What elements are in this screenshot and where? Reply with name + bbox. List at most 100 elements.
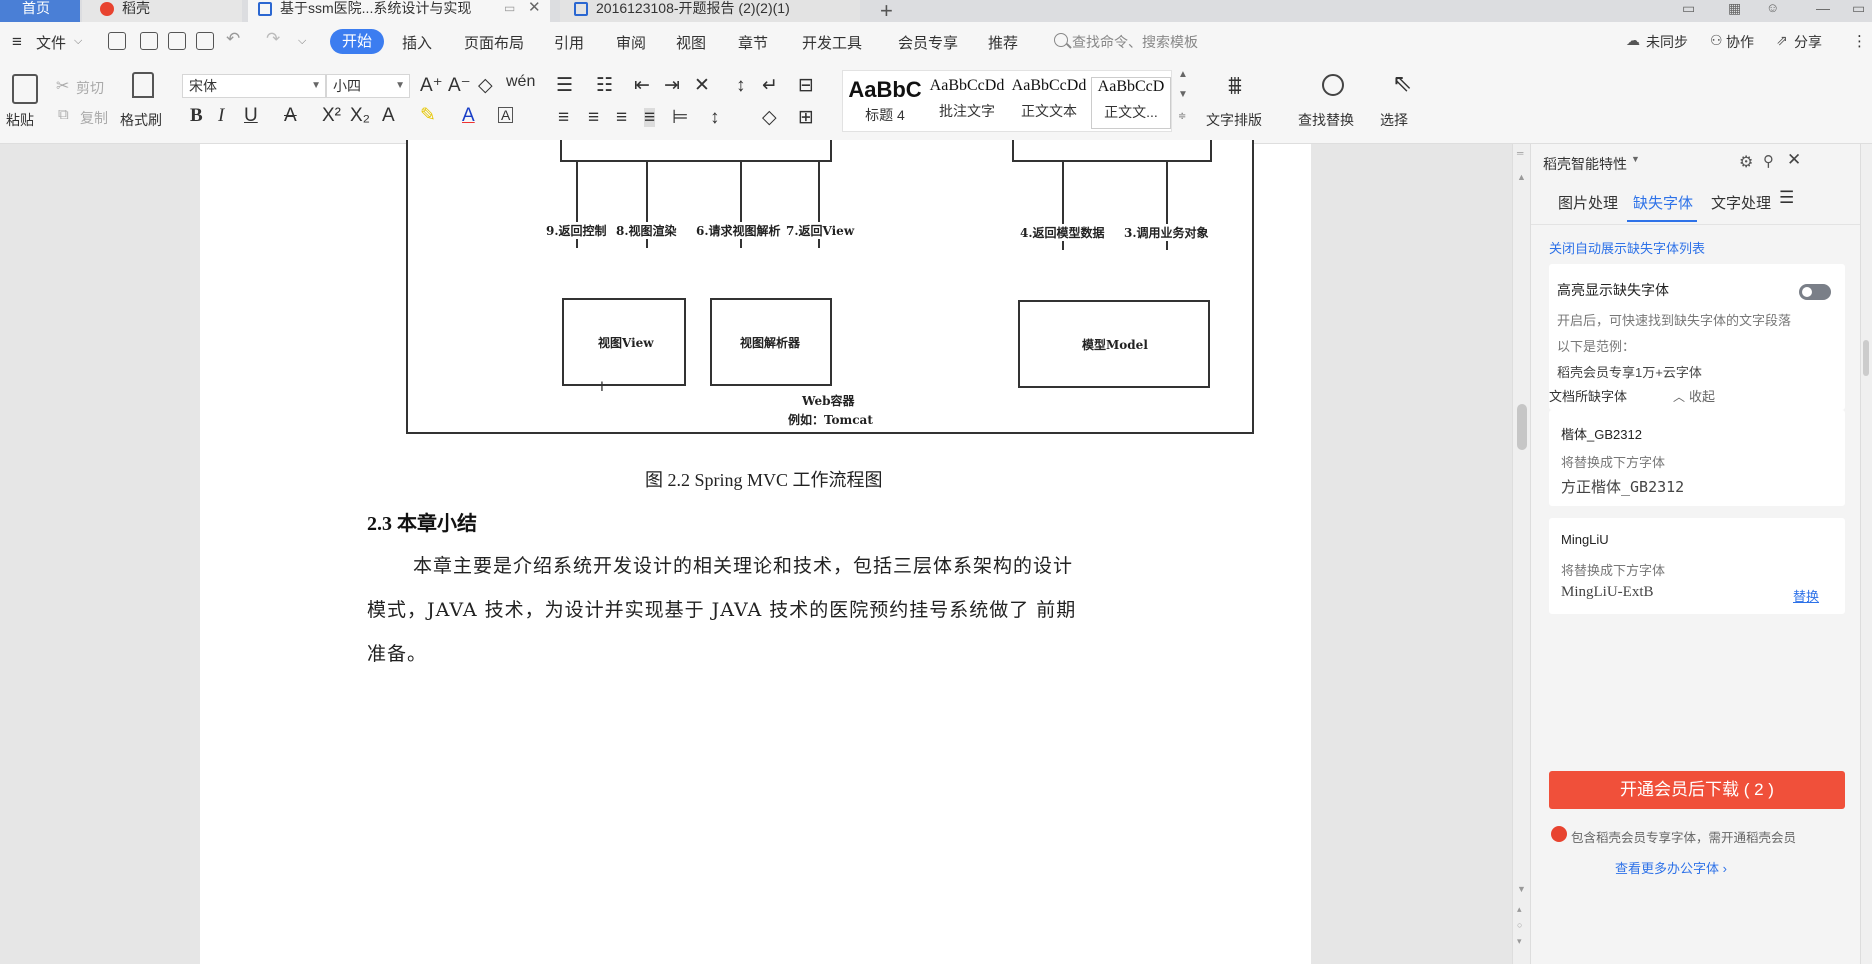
print-icon[interactable]	[168, 32, 186, 50]
scroll-up-icon[interactable]: ▲	[1517, 172, 1526, 182]
cut-button[interactable]: 剪切	[76, 78, 104, 98]
style-heading4[interactable]: AaBbC 标题 4	[845, 77, 925, 129]
strikethrough-icon[interactable]: A	[284, 106, 297, 125]
save-icon[interactable]	[108, 32, 126, 50]
distribute-icon[interactable]: ⊨	[672, 108, 689, 127]
next-page-icon[interactable]: ▾	[1517, 936, 1522, 947]
menu-recommend[interactable]: 推荐	[988, 32, 1018, 53]
select-button[interactable]: 选择	[1380, 110, 1408, 130]
menu-icon[interactable]: ☰	[1779, 188, 1794, 208]
grow-font-icon[interactable]: A⁺	[420, 76, 443, 95]
style-body-text-2[interactable]: AaBbCcD 正文文...	[1091, 77, 1171, 129]
font-color-icon[interactable]: A	[462, 106, 475, 125]
highlight-toggle[interactable]	[1799, 284, 1831, 300]
sync-status[interactable]: 未同步	[1646, 32, 1688, 52]
shrink-font-icon[interactable]: A⁻	[448, 76, 471, 95]
document-page[interactable]: 9.返回控制 8.视图渲染 6.请求视图解析 7.返回View 4.返回模型数据…	[200, 140, 1311, 964]
tab-image-processing[interactable]: 图片处理	[1558, 192, 1618, 213]
italic-icon[interactable]: I	[218, 106, 224, 125]
paste-button[interactable]: 粘贴	[6, 110, 34, 130]
font-size-select[interactable]: 小四 ▼	[326, 74, 410, 98]
align-center-icon[interactable]: ≡	[588, 108, 599, 127]
justify-icon[interactable]: ≡	[644, 108, 656, 127]
format-painter-button[interactable]: 格式刷	[120, 110, 162, 130]
print-preview-icon[interactable]	[196, 32, 214, 50]
new-tab-icon[interactable]: +	[880, 0, 893, 24]
shading-icon[interactable]: ◇	[762, 108, 777, 127]
tab-active-document[interactable]: 基于ssm医院...系统设计与实现 ▭ ✕	[248, 0, 550, 22]
superscript-icon[interactable]: X²	[322, 106, 341, 125]
export-pdf-icon[interactable]	[140, 32, 158, 50]
collapse-button[interactable]: 收起	[1689, 386, 1715, 405]
menu-review[interactable]: 审阅	[616, 32, 646, 53]
replace-link[interactable]: 替换	[1793, 586, 1819, 605]
align-left-icon[interactable]: ≡	[558, 108, 569, 127]
undo-icon[interactable]: ↶	[226, 29, 240, 49]
avatar[interactable]: ☺	[1766, 0, 1779, 15]
tab-missing-fonts[interactable]: 缺失字体	[1633, 192, 1693, 213]
underline-icon[interactable]: U	[244, 106, 258, 125]
download-button[interactable]: 开通会员后下载 ( 2 )	[1549, 771, 1845, 809]
close-auto-list-link[interactable]: 关闭自动展示缺失字体列表	[1549, 238, 1705, 257]
more-fonts-link[interactable]: 查看更多办公字体 ›	[1615, 858, 1727, 877]
outdent-icon[interactable]: ⇤	[634, 76, 650, 95]
numbering-icon[interactable]: ☷	[596, 76, 613, 95]
tab-daoke[interactable]: 稻壳	[82, 0, 242, 22]
menu-dev-tools[interactable]: 开发工具	[802, 32, 862, 53]
more-icon[interactable]: ⋮	[1852, 32, 1867, 50]
sort-icon[interactable]: ↕	[736, 76, 746, 95]
style-more-icon[interactable]: ≑	[1178, 112, 1186, 122]
chevron-down-icon[interactable]: ▼	[1631, 154, 1640, 164]
panel-title[interactable]: 稻壳智能特性	[1543, 154, 1627, 174]
redo-icon[interactable]: ↷	[266, 29, 280, 49]
select-browse-icon[interactable]: ○	[1517, 920, 1522, 930]
menu-references[interactable]: 引用	[554, 32, 584, 53]
prev-page-icon[interactable]: ▴	[1517, 904, 1522, 915]
phonetic-icon[interactable]: wén	[506, 74, 535, 90]
tab-other-document[interactable]: 2016123108-开题报告 (2)(2)(1)	[560, 0, 860, 22]
vertical-scrollbar[interactable]: ═ ▲ ▼ ▴ ○ ▾	[1512, 144, 1530, 964]
borders-icon[interactable]: ⊞	[798, 108, 814, 127]
indent-icon[interactable]: ⇥	[664, 76, 680, 95]
bullets-icon[interactable]: ☰	[556, 76, 573, 95]
command-search-input[interactable]: 查找命令、搜索模板	[1072, 32, 1198, 52]
menu-insert[interactable]: 插入	[402, 32, 432, 53]
layout-icon[interactable]: ▭	[1682, 0, 1695, 17]
chevron-down-icon[interactable]: ⌵	[74, 35, 82, 48]
text-effect-icon[interactable]: A	[382, 106, 395, 125]
find-replace-button[interactable]: 查找替换	[1298, 110, 1354, 130]
style-scroll-down-icon[interactable]: ▼	[1178, 90, 1188, 100]
tab-ruler-icon[interactable]: ⊟	[798, 76, 814, 95]
menu-section[interactable]: 章节	[738, 32, 768, 53]
grid-icon[interactable]: ▦	[1728, 0, 1741, 17]
clear-format-icon[interactable]: ◇	[478, 76, 493, 95]
close-icon[interactable]: ✕	[1787, 150, 1801, 170]
show-marks-icon[interactable]: ↵	[762, 76, 778, 95]
line-spacing-icon[interactable]: ↕	[710, 108, 720, 127]
menu-view[interactable]: 视图	[676, 32, 706, 53]
side-scroll-thumb[interactable]	[1863, 340, 1869, 376]
pin-icon[interactable]: ⚲	[1763, 152, 1774, 170]
scroll-down-icon[interactable]: ▼	[1517, 884, 1526, 894]
align-right-icon[interactable]: ≡	[616, 108, 627, 127]
style-scroll-up-icon[interactable]: ▲	[1178, 70, 1188, 80]
tab-text-processing[interactable]: 文字处理	[1711, 192, 1771, 213]
menu-start[interactable]: 开始	[330, 29, 384, 54]
style-body-text[interactable]: AaBbCcDd 正文文本	[1009, 77, 1089, 129]
char-border-icon[interactable]: A	[498, 107, 514, 123]
share-button[interactable]: 分享	[1794, 32, 1822, 52]
close-tab-icon[interactable]: ✕	[528, 0, 541, 16]
restore-icon[interactable]: ▭	[1852, 0, 1865, 17]
menu-page-layout[interactable]: 页面布局	[464, 32, 524, 53]
text-layout-button[interactable]: 文字排版	[1206, 110, 1262, 130]
collab-button[interactable]: 协作	[1726, 32, 1754, 52]
gear-icon[interactable]: ⚙	[1739, 152, 1753, 172]
quick-access-more-icon[interactable]: ⌵	[298, 35, 306, 48]
style-comment-text[interactable]: AaBbCcDd 批注文字	[927, 77, 1007, 129]
copy-button[interactable]: 复制	[80, 108, 108, 128]
highlight-icon[interactable]: ✎	[420, 106, 436, 125]
bold-icon[interactable]: B	[190, 106, 203, 125]
chevron-up-icon[interactable]: ︿	[1673, 388, 1685, 405]
hamburger-icon[interactable]: ≡	[12, 32, 22, 52]
scroll-thumb[interactable]	[1517, 404, 1527, 450]
